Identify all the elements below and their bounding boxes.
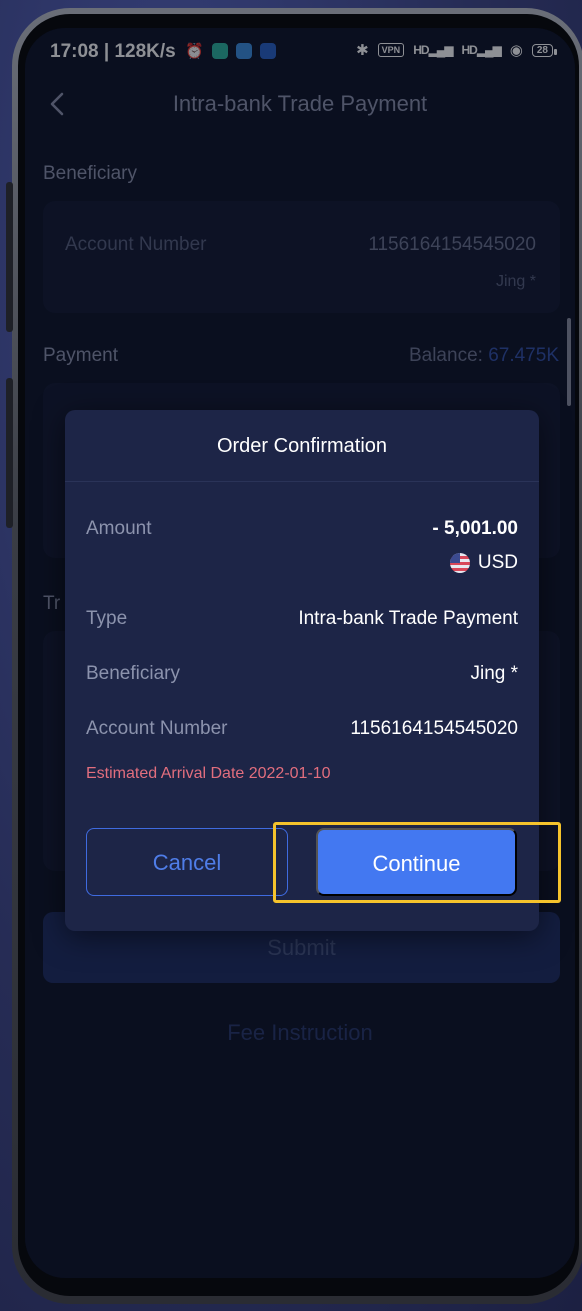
currency-code: USD bbox=[477, 552, 518, 573]
type-label: Type bbox=[86, 608, 128, 629]
dialog-account-label: Account Number bbox=[86, 718, 228, 739]
amount-row: Amount - 5,001.00 USD bbox=[86, 518, 518, 582]
volume-button bbox=[6, 182, 13, 332]
us-flag-icon bbox=[449, 553, 470, 573]
dialog-beneficiary-label: Beneficiary bbox=[86, 663, 180, 684]
dialog-beneficiary-value: Jing * bbox=[470, 663, 518, 684]
amount-label: Amount bbox=[86, 518, 152, 539]
phone-screen: 17:08 | 128K/s ⏰ ✱ VPN HD▂▄▆ HD▂▄▆ ◉ 28 … bbox=[25, 28, 575, 1278]
dialog-account-value: 1156164154545020 bbox=[350, 718, 518, 739]
cancel-button[interactable]: Cancel bbox=[86, 828, 288, 896]
amount-value: - 5,001.00 bbox=[432, 518, 518, 539]
power-button bbox=[6, 378, 13, 528]
dialog-title: Order Confirmation bbox=[65, 410, 539, 482]
continue-highlight-box bbox=[273, 822, 561, 903]
type-value: Intra-bank Trade Payment bbox=[298, 608, 518, 629]
estimated-arrival-date: Estimated Arrival Date 2022-01-10 bbox=[86, 765, 331, 782]
currency: USD bbox=[449, 552, 518, 574]
